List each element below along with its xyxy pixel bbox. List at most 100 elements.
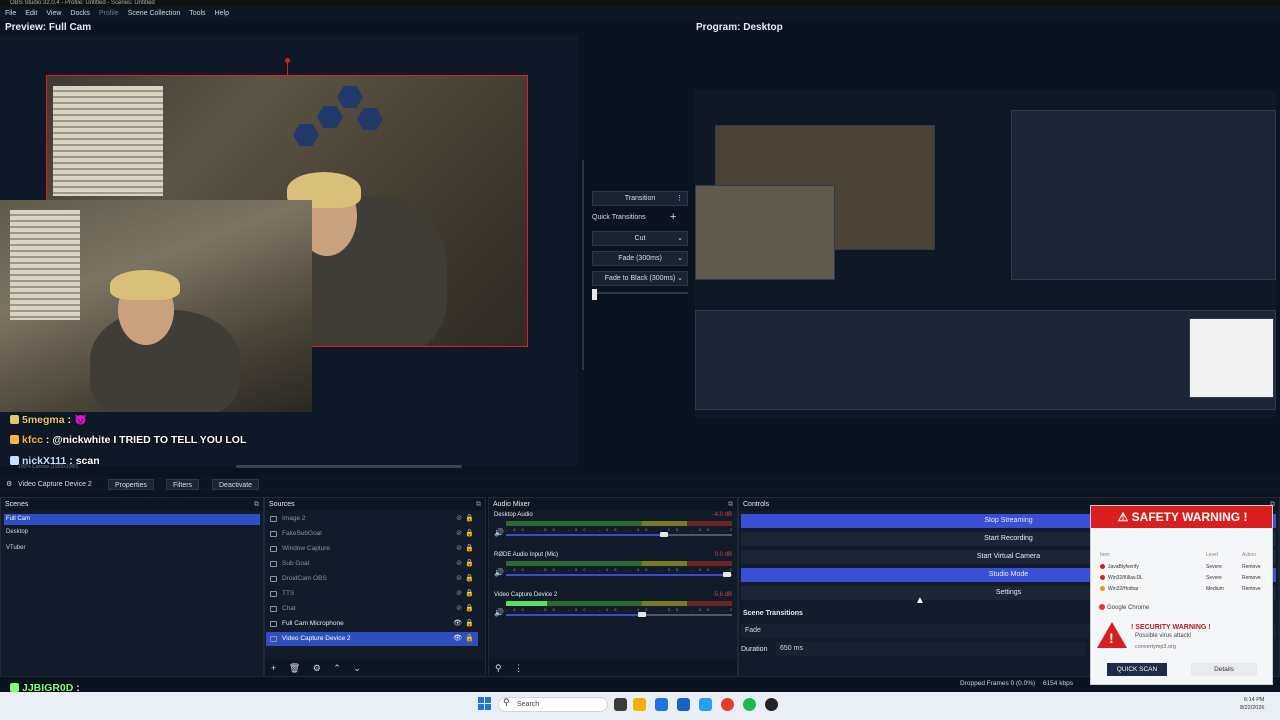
horizontal-scrollbar[interactable] [236,465,462,468]
undock-icon[interactable]: ⧉ [254,498,259,511]
threat-remove-link[interactable]: Remove [1242,584,1261,595]
volume-slider-track[interactable] [642,614,732,616]
menu-tools[interactable]: Tools [189,7,205,20]
chrome-taskbar-icon[interactable] [721,698,734,711]
volume-slider-handle[interactable] [723,572,731,577]
store-icon[interactable] [677,698,690,711]
source-item[interactable]: Image 2 ⊘ 🔒 [266,512,478,526]
properties-button[interactable]: Properties [108,479,154,490]
details-button[interactable]: Details [1191,663,1257,676]
undock-icon[interactable]: ⧉ [728,498,733,511]
menu-scene-collection[interactable]: Scene Collection [128,7,181,20]
lock-icon[interactable]: 🔒 [465,632,474,646]
duration-input[interactable]: 650 ms [776,642,1086,656]
source-item[interactable]: Sub Goal ⊘ 🔒 [266,557,478,571]
lock-icon[interactable]: 🔒 [465,602,474,616]
undock-icon[interactable]: ⧉ [476,498,481,511]
transition-button[interactable]: Transition ⋮ [592,191,688,206]
quick-scan-button[interactable]: QUICK SCAN [1107,663,1167,676]
trash-icon[interactable]: 🗑 [289,663,300,673]
speaker-icon[interactable]: 🔊 [494,528,504,537]
quick-transition-cut[interactable]: Cut ⌄ [592,231,688,246]
channel-db: -4.0 dB [712,512,732,518]
source-item[interactable]: Window Capture ⊘ 🔒 [266,542,478,556]
lock-icon[interactable]: 🔒 [465,527,474,541]
eye-icon[interactable]: 👁 [453,632,462,646]
source-item[interactable]: Full Cam Microphone 👁 🔒 [266,617,478,631]
spotify-icon[interactable] [743,698,756,711]
speaker-icon[interactable]: 🔊 [494,608,504,617]
chat-message: 5megma : 😈 [10,413,87,426]
acoustic-panel [293,124,319,146]
gear-icon[interactable]: ⚙ [313,663,321,673]
menu-edit[interactable]: Edit [25,7,37,20]
lock-icon[interactable]: 🔒 [465,572,474,586]
volume-slider-handle[interactable] [660,532,668,537]
eye-hidden-icon[interactable]: ⊘ [456,557,462,571]
add-icon[interactable]: + [670,211,676,223]
obs-taskbar-icon[interactable] [765,698,778,711]
menu-docks[interactable]: Docks [70,7,89,20]
filters-button[interactable]: Filters [166,479,200,490]
source-item[interactable]: Chat ⊘ 🔒 [266,602,478,616]
rotation-handle[interactable] [285,58,290,63]
kebab-icon[interactable]: ⋮ [514,663,523,673]
lock-icon[interactable]: 🔒 [465,587,474,601]
quick-transition-fade[interactable]: Fade (300ms) ⌄ [592,251,688,266]
source-type-icon [270,561,277,567]
speaker-icon[interactable]: 🔊 [494,568,504,577]
source-label: FakeSubGoal [282,530,322,537]
add-icon[interactable]: + [271,663,276,673]
lock-icon[interactable]: 🔒 [465,557,474,571]
lock-icon[interactable]: 🔒 [465,512,474,526]
windows-start-icon[interactable] [478,697,491,710]
volume-slider-fill[interactable] [506,574,727,576]
volume-slider-fill[interactable] [506,534,664,536]
col-level: Level [1206,552,1218,558]
quick-transition-fade-black[interactable]: Fade to Black (300ms) ⌄ [592,271,688,286]
eye-hidden-icon[interactable]: ⊘ [456,572,462,586]
t-bar-handle[interactable] [592,289,597,300]
lock-icon[interactable]: 🔒 [465,617,474,631]
arrow-down-icon[interactable]: ⌄ [353,663,361,673]
source-item[interactable]: DroidCam OBS ⊘ 🔒 [266,572,478,586]
task-view-icon[interactable] [614,698,627,711]
eye-hidden-icon[interactable]: ⊘ [456,542,462,556]
volume-slider-track[interactable] [664,534,732,536]
link-icon[interactable]: ⚲ [495,663,502,673]
lock-icon[interactable]: 🔒 [465,542,474,556]
edge-icon[interactable] [655,698,668,711]
eye-hidden-icon[interactable]: ⊘ [456,527,462,541]
arrow-up-icon[interactable]: ⌃ [333,663,341,673]
deactivate-button[interactable]: Deactivate [212,479,260,490]
source-item[interactable]: FakeSubGoal ⊘ 🔒 [266,527,478,541]
scene-item-full-cam[interactable]: Full Cam [4,514,260,525]
taskbar-search[interactable]: Search [498,697,608,712]
eye-hidden-icon[interactable]: ⊘ [456,602,462,616]
preview-overlay-camera[interactable] [0,200,312,412]
menu-file[interactable]: File [5,7,16,20]
eye-hidden-icon[interactable]: ⊘ [456,587,462,601]
threat-remove-link[interactable]: Remove [1242,562,1261,573]
chevron-down-icon[interactable]: ⌄ [677,272,683,285]
file-explorer-icon[interactable] [633,698,646,711]
scene-item-vtuber[interactable]: VTuber [4,543,260,554]
chevron-down-icon[interactable]: ⌄ [677,232,683,245]
scene-item-desktop[interactable]: Desktop [4,527,260,538]
splitter[interactable] [582,160,584,370]
t-bar-track[interactable] [592,292,688,294]
chevron-down-icon[interactable]: ⌄ [677,252,683,265]
eye-icon[interactable]: 👁 [453,617,462,631]
menu-view[interactable]: View [46,7,61,20]
eye-hidden-icon[interactable]: ⊘ [456,512,462,526]
kebab-icon[interactable]: ⋮ [676,192,683,205]
menu-profile[interactable]: Profile [99,7,119,20]
threat-icon [1100,564,1105,569]
mail-icon[interactable] [699,698,712,711]
threat-remove-link[interactable]: Remove [1242,573,1261,584]
source-item[interactable]: Video Capture Device 2 👁 🔒 [266,632,478,646]
volume-slider-handle[interactable] [638,612,646,617]
volume-slider-fill[interactable] [506,614,642,616]
menu-help[interactable]: Help [215,7,229,20]
source-item[interactable]: TTS ⊘ 🔒 [266,587,478,601]
